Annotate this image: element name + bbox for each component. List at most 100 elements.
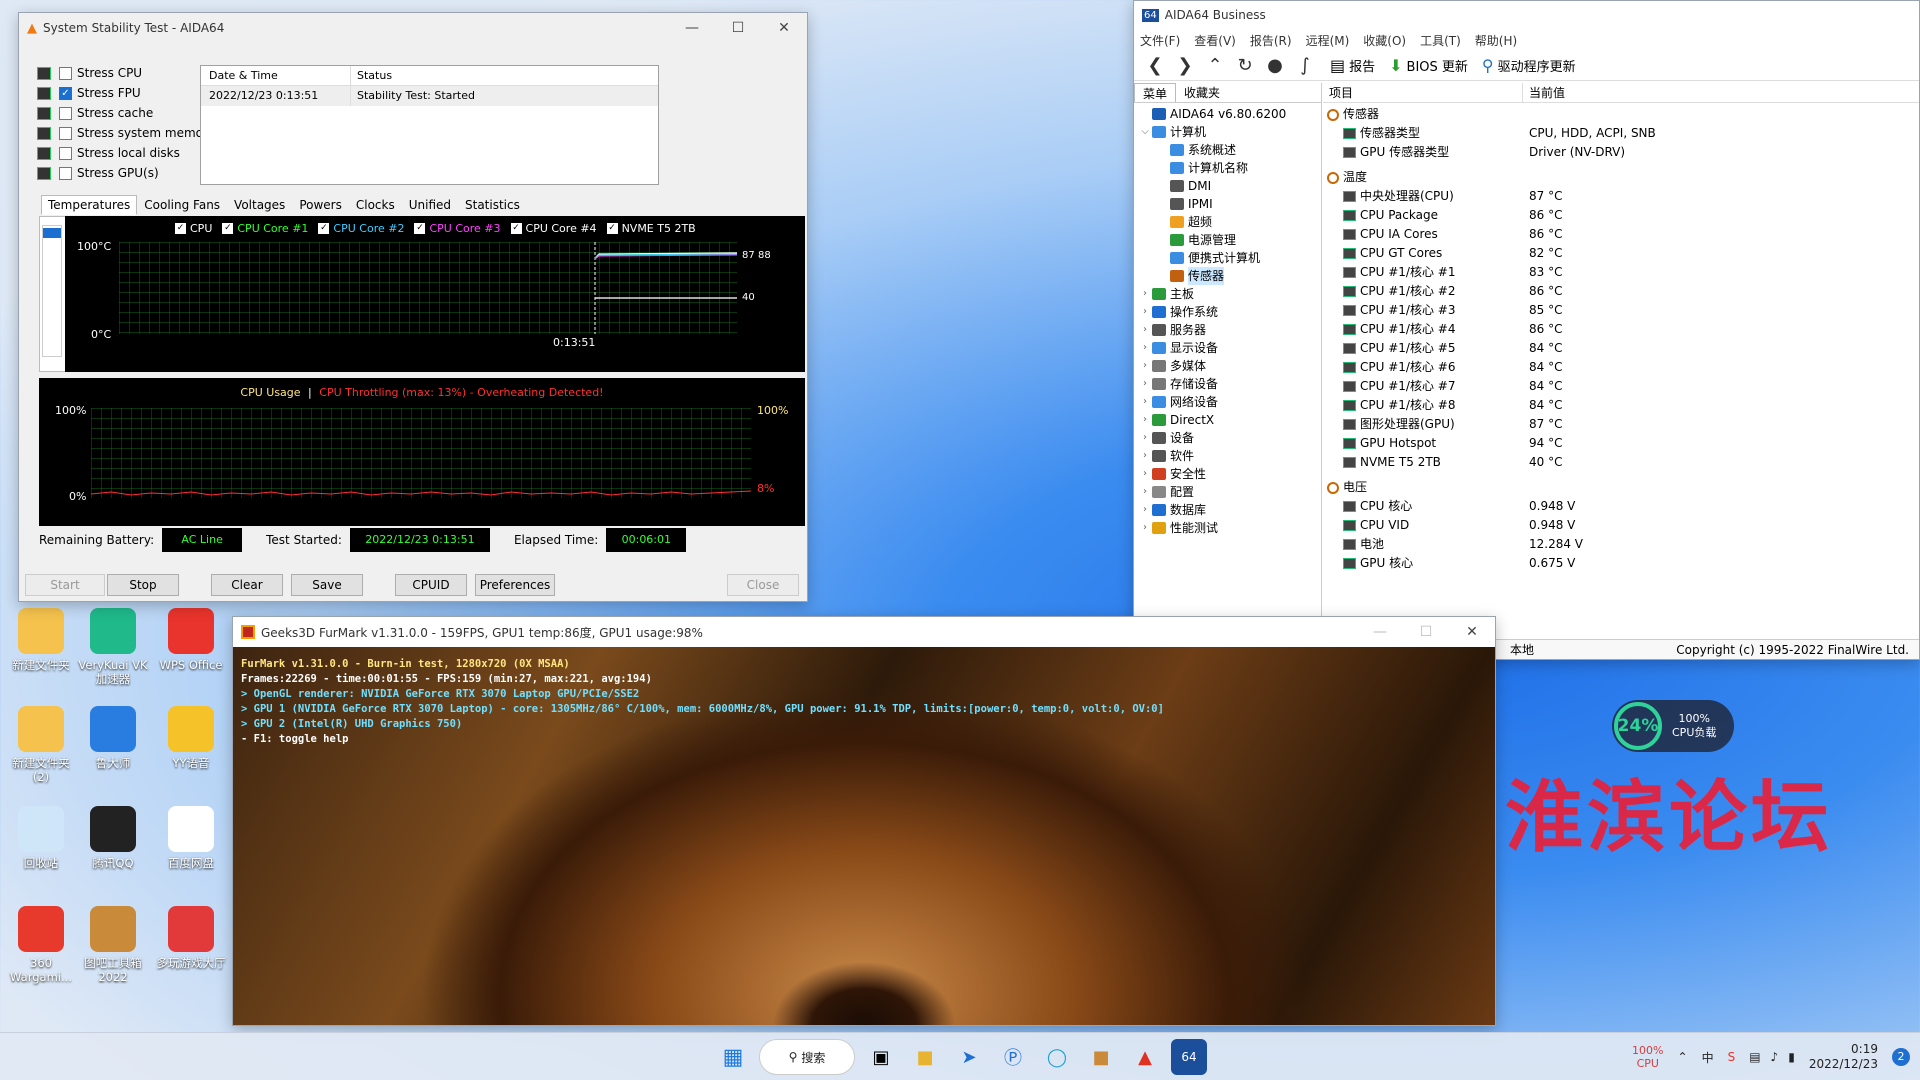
table-row[interactable]: CPU GT Cores 82 °C: [1323, 244, 1919, 263]
graph-scrollbar[interactable]: [42, 225, 62, 357]
tree-item[interactable]: 超频: [1134, 213, 1321, 231]
save-button[interactable]: Save: [291, 574, 363, 596]
user-icon[interactable]: ●: [1260, 55, 1290, 76]
col-datetime[interactable]: Date & Time: [201, 66, 351, 85]
desktop-icon[interactable]: 360 Wargami...: [4, 906, 78, 984]
cpuid-button[interactable]: CPUID: [395, 574, 467, 596]
menu-item[interactable]: 远程(M): [1306, 32, 1350, 49]
table-row[interactable]: CPU #1/核心 #7 84 °C: [1323, 377, 1919, 396]
cpu-load-gauge[interactable]: 24% 100% CPU负载: [1612, 700, 1734, 752]
tree-item[interactable]: 便携式计算机: [1134, 249, 1321, 267]
tree-item[interactable]: › 设备: [1134, 429, 1321, 447]
legend-checkbox[interactable]: ✓: [414, 223, 426, 234]
legend-entry[interactable]: ✓ CPU: [175, 222, 212, 235]
ime-icon[interactable]: 中: [1702, 1049, 1714, 1066]
chevron-right-icon[interactable]: ›: [1138, 411, 1152, 429]
app-icon-arrow[interactable]: ➤: [951, 1039, 987, 1075]
furmark-close-button[interactable]: ✕: [1449, 624, 1495, 640]
table-row[interactable]: GPU 核心 0.675 V: [1323, 554, 1919, 573]
desktop-icon[interactable]: 鲁大师: [76, 706, 150, 770]
desktop-icon[interactable]: YY语音: [154, 706, 228, 770]
table-row[interactable]: CPU #1/核心 #8 84 °C: [1323, 396, 1919, 415]
stress-checkbox[interactable]: [59, 106, 72, 120]
chevron-right-icon[interactable]: ›: [1138, 483, 1152, 501]
legend-checkbox[interactable]: ✓: [318, 223, 330, 234]
legend-entry[interactable]: ✓ NVME T5 2TB: [606, 222, 696, 235]
sensor-group[interactable]: 电压: [1323, 478, 1919, 497]
tree-item[interactable]: › 配置: [1134, 483, 1321, 501]
network-icon[interactable]: ▤: [1749, 1050, 1760, 1064]
tab-menu[interactable]: 菜单: [1134, 83, 1177, 102]
tab-statistics[interactable]: Statistics: [458, 195, 527, 215]
sensor-group[interactable]: 传感器: [1323, 105, 1919, 124]
table-row[interactable]: 图形处理器(GPU) 87 °C: [1323, 415, 1919, 434]
tree-item[interactable]: › 服务器: [1134, 321, 1321, 339]
chevron-right-icon[interactable]: ›: [1138, 375, 1152, 393]
tree-item[interactable]: › 多媒体: [1134, 357, 1321, 375]
col-item[interactable]: 项目: [1323, 83, 1523, 102]
menu-item[interactable]: 报告(R): [1250, 32, 1292, 49]
aida64-taskbar-icon[interactable]: 64: [1171, 1039, 1207, 1075]
close-button[interactable]: Close: [727, 574, 799, 596]
table-row[interactable]: CPU #1/核心 #5 84 °C: [1323, 339, 1919, 358]
table-row[interactable]: 传感器类型 CPU, HDD, ACPI, SNB: [1323, 124, 1919, 143]
start-icon[interactable]: ▦: [715, 1039, 751, 1075]
bios-update-button[interactable]: ⬇ BIOS 更新: [1389, 56, 1468, 75]
stop-button[interactable]: Stop: [107, 574, 179, 596]
chevron-right-icon[interactable]: ›: [1138, 501, 1152, 519]
tree-item[interactable]: 系统概述: [1134, 141, 1321, 159]
tree-item[interactable]: › 主板: [1134, 285, 1321, 303]
tab-unified[interactable]: Unified: [402, 195, 458, 215]
stress-option[interactable]: Stress local disks: [37, 143, 215, 163]
tree-item[interactable]: › 操作系统: [1134, 303, 1321, 321]
volume-icon[interactable]: ♪: [1771, 1050, 1779, 1064]
tab-cooling-fans[interactable]: Cooling Fans: [137, 195, 227, 215]
table-row[interactable]: NVME T5 2TB 40 °C: [1323, 453, 1919, 472]
table-row[interactable]: CPU Package 86 °C: [1323, 206, 1919, 225]
app-icon-k[interactable]: Ⓟ: [995, 1039, 1031, 1075]
table-row[interactable]: GPU 传感器类型 Driver (NV-DRV): [1323, 143, 1919, 162]
toolbox-icon[interactable]: ■: [1083, 1039, 1119, 1075]
stress-checkbox[interactable]: [59, 126, 72, 140]
menu-item[interactable]: 查看(V): [1194, 32, 1236, 49]
clear-button[interactable]: Clear: [211, 574, 283, 596]
close-window-button[interactable]: ✕: [761, 20, 807, 36]
chevron-right-icon[interactable]: ›: [1138, 285, 1152, 303]
desktop-icon[interactable]: 多玩游戏大厅: [154, 906, 228, 970]
task-view-icon[interactable]: ▣: [863, 1039, 899, 1075]
table-row[interactable]: CPU 核心 0.948 V: [1323, 497, 1919, 516]
start-button[interactable]: Start: [25, 574, 105, 596]
menu-item[interactable]: 收藏(O): [1363, 32, 1406, 49]
legend-checkbox[interactable]: ✓: [175, 223, 186, 234]
desktop-icon[interactable]: 新建文件夹 (2): [4, 706, 78, 784]
sensor-group[interactable]: 温度: [1323, 168, 1919, 187]
graph-scroll-thumb[interactable]: [43, 228, 61, 238]
forward-icon[interactable]: ❯: [1170, 55, 1200, 76]
legend-checkbox[interactable]: ✓: [222, 223, 234, 234]
file-explorer-icon[interactable]: ■: [907, 1039, 943, 1075]
tray-cpu-indicator[interactable]: 100% CPU: [1632, 1044, 1663, 1070]
chevron-up-icon[interactable]: ⌃: [1678, 1050, 1688, 1064]
tree-item[interactable]: › 数据库: [1134, 501, 1321, 519]
table-row[interactable]: CPU VID 0.948 V: [1323, 516, 1919, 535]
tree-item[interactable]: › 性能测试: [1134, 519, 1321, 537]
tree-item[interactable]: 传感器: [1134, 267, 1321, 285]
tree-item[interactable]: 计算机名称: [1134, 159, 1321, 177]
desktop-icon[interactable]: 图吧工具箱 2022: [76, 906, 150, 984]
chevron-right-icon[interactable]: ›: [1138, 465, 1152, 483]
stress-option[interactable]: ✓ Stress FPU: [37, 83, 215, 103]
legend-checkbox[interactable]: ✓: [510, 223, 522, 234]
chevron-right-icon[interactable]: ›: [1138, 393, 1152, 411]
chevron-right-icon[interactable]: ›: [1138, 303, 1152, 321]
tree-item[interactable]: › 显示设备: [1134, 339, 1321, 357]
preferences-button[interactable]: Preferences: [475, 574, 555, 596]
legend-entry[interactable]: ✓ CPU Core #1: [222, 222, 308, 235]
stress-option[interactable]: Stress cache: [37, 103, 215, 123]
stress-checkbox[interactable]: [59, 166, 72, 180]
tab-powers[interactable]: Powers: [292, 195, 349, 215]
chevron-right-icon[interactable]: ›: [1138, 321, 1152, 339]
tree-item[interactable]: › DirectX: [1134, 411, 1321, 429]
tree-item[interactable]: IPMI: [1134, 195, 1321, 213]
notification-badge[interactable]: 2: [1892, 1048, 1910, 1066]
battery-icon[interactable]: ▮: [1788, 1050, 1795, 1064]
